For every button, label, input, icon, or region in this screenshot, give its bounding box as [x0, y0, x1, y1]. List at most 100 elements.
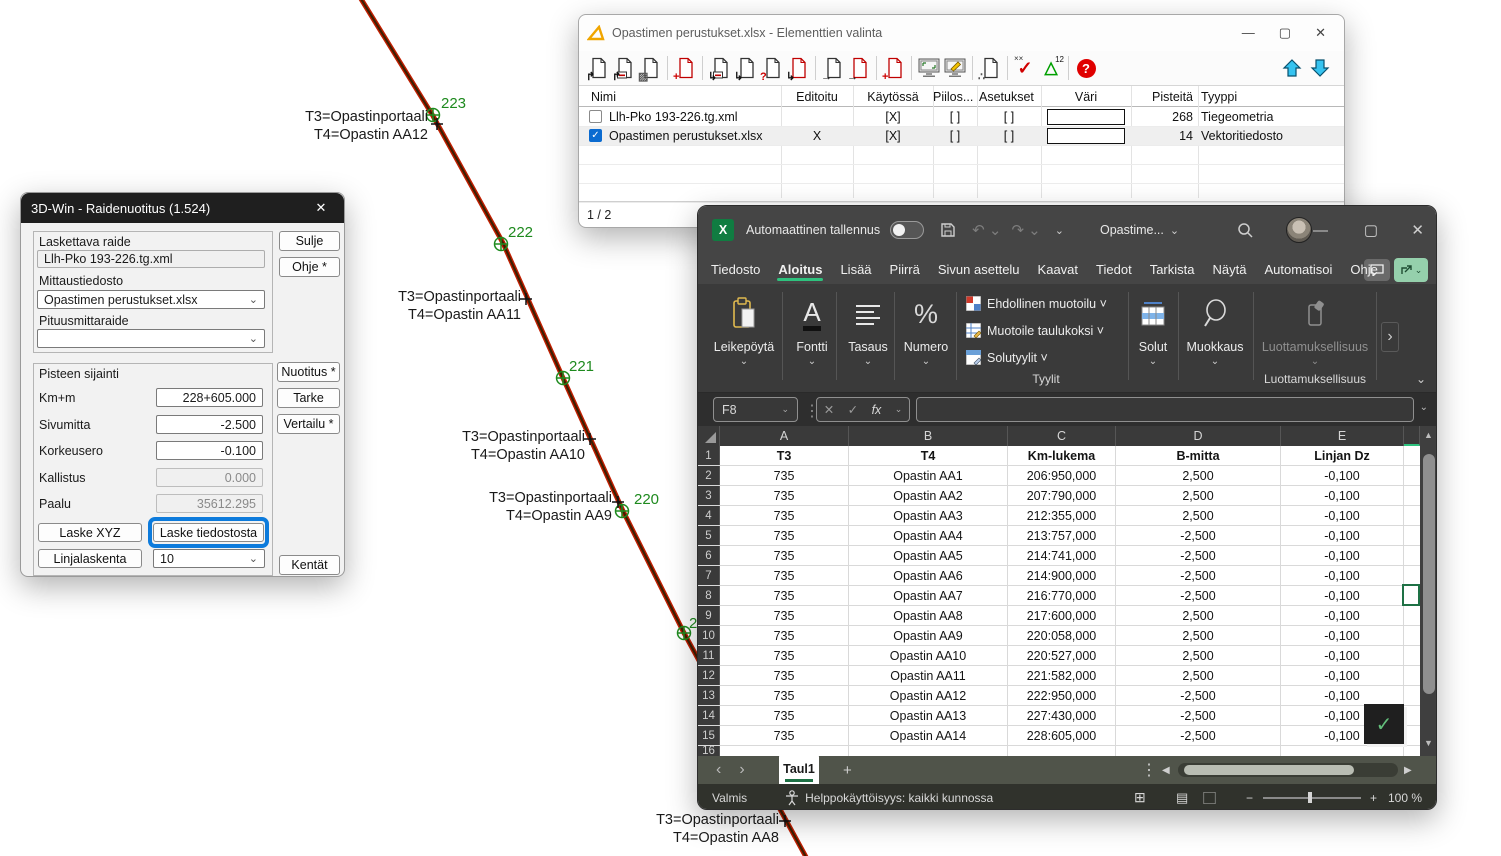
- km-field[interactable]: 228+605.000: [156, 388, 263, 407]
- col-nimi[interactable]: Nimi: [591, 86, 616, 107]
- share-button[interactable]: ⌄: [1394, 258, 1428, 282]
- cell-E16[interactable]: [1281, 746, 1404, 756]
- insert-function-icon[interactable]: fx: [872, 403, 882, 417]
- close-icon[interactable]: ✕: [308, 200, 334, 216]
- tab-piirrä[interactable]: Piirrä: [881, 257, 929, 284]
- new-file-add-button[interactable]: +: [881, 54, 907, 82]
- cell-A8[interactable]: 735: [720, 586, 849, 605]
- row-header-7[interactable]: 7: [698, 566, 720, 585]
- cell-B15[interactable]: Opastin AA14: [849, 726, 1008, 745]
- cell-A4[interactable]: 735: [720, 506, 849, 525]
- cell-A9[interactable]: 735: [720, 606, 849, 625]
- close-icon[interactable]: ✕: [1315, 25, 1326, 41]
- color-swatch[interactable]: [1047, 109, 1125, 125]
- cell-styles-button[interactable]: Solutyylit ˅: [966, 350, 1048, 365]
- zoom-level[interactable]: 100 %: [1388, 791, 1422, 805]
- cell-B8[interactable]: Opastin AA7: [849, 586, 1008, 605]
- sivumitta-field[interactable]: -2.500: [156, 415, 263, 434]
- mittaustiedosto-combo[interactable]: Opastimen perustukset.xlsx⌄: [37, 290, 265, 309]
- cell-A6[interactable]: 735: [720, 546, 849, 565]
- cell-D15[interactable]: -2,500: [1116, 726, 1281, 745]
- sulje-button[interactable]: Sulje: [279, 231, 340, 251]
- hscroll-left-icon[interactable]: ◀: [1162, 765, 1170, 776]
- save-file-copy-button[interactable]: ↳: [733, 54, 759, 82]
- row-header-6[interactable]: 6: [698, 546, 720, 565]
- open-file-list-button[interactable]: ↱: [611, 54, 637, 82]
- minimize-icon[interactable]: —: [1313, 222, 1328, 239]
- laske-tiedostosta-button[interactable]: Laske tiedostosta: [153, 523, 264, 542]
- tab-automatisoi[interactable]: Automatisoi: [1255, 257, 1341, 284]
- tab-ohje[interactable]: Ohje: [1341, 257, 1386, 284]
- clipboard-group[interactable]: Leikepöytä ⌄: [711, 284, 777, 392]
- number-group[interactable]: % Numero ⌄: [900, 284, 952, 392]
- tab-näytä[interactable]: Näytä: [1203, 257, 1255, 284]
- color-swatch[interactable]: [1047, 128, 1125, 144]
- cell-F11[interactable]: [1404, 646, 1420, 665]
- laske-xyz-button[interactable]: Laske XYZ: [38, 523, 142, 542]
- cell-D2[interactable]: 2,500: [1116, 466, 1281, 485]
- cell-E9[interactable]: -0,100: [1281, 606, 1404, 625]
- korkeusero-field[interactable]: -0.100: [156, 441, 263, 460]
- save-icon[interactable]: [940, 222, 956, 238]
- selected-cell-F8[interactable]: [1402, 584, 1420, 606]
- cell-B13[interactable]: Opastin AA12: [849, 686, 1008, 705]
- accessibility-status[interactable]: Helppokäyttöisyys: kaikki kunnossa: [805, 791, 993, 805]
- cell-C8[interactable]: 216:770,000: [1008, 586, 1116, 605]
- cell-C1[interactable]: Km-lukema: [1008, 446, 1116, 465]
- row-header-3[interactable]: 3: [698, 486, 720, 505]
- cell-C10[interactable]: 220:058,000: [1008, 626, 1116, 645]
- normal-view-icon[interactable]: ⊞: [1134, 789, 1146, 806]
- transform-points-button[interactable]: ∴: [977, 54, 1003, 82]
- maximize-icon[interactable]: ▢: [1279, 25, 1291, 41]
- cell-A3[interactable]: 735: [720, 486, 849, 505]
- minimize-icon[interactable]: —: [1242, 25, 1255, 41]
- move-up-button[interactable]: [1282, 58, 1302, 78]
- cell-B6[interactable]: Opastin AA5: [849, 546, 1008, 565]
- cell-D10[interactable]: 2,500: [1116, 626, 1281, 645]
- cell-F2[interactable]: [1404, 466, 1420, 485]
- name-box[interactable]: F8 ⌄: [713, 397, 798, 422]
- cell-C3[interactable]: 207:790,000: [1008, 486, 1116, 505]
- cell-D3[interactable]: 2,500: [1116, 486, 1281, 505]
- sheet-tab-taul1[interactable]: Taul1: [779, 754, 819, 784]
- cell-A7[interactable]: 735: [720, 566, 849, 585]
- cell-D9[interactable]: 2,500: [1116, 606, 1281, 625]
- cell-E3[interactable]: -0,100: [1281, 486, 1404, 505]
- font-group[interactable]: A Fontti ⌄: [788, 284, 836, 392]
- tab-kaavat[interactable]: Kaavat: [1029, 257, 1087, 284]
- sheet-next-icon[interactable]: ›: [739, 761, 744, 779]
- cell-A10[interactable]: 735: [720, 626, 849, 645]
- cell-D7[interactable]: -2,500: [1116, 566, 1281, 585]
- vertailu-button[interactable]: Vertailu *: [277, 414, 340, 434]
- cell-A1[interactable]: T3: [720, 446, 849, 465]
- export-file-button[interactable]: →: [820, 54, 846, 82]
- cell-E5[interactable]: -0,100: [1281, 526, 1404, 545]
- cell-D12[interactable]: 2,500: [1116, 666, 1281, 685]
- cell-B12[interactable]: Opastin AA11: [849, 666, 1008, 685]
- cell-F10[interactable]: [1404, 626, 1420, 645]
- save-file-button[interactable]: ↳: [707, 54, 733, 82]
- sheet-menu-icon[interactable]: ⋮: [1141, 760, 1157, 780]
- collapse-ribbon-icon[interactable]: ⌄: [1416, 372, 1426, 386]
- cell-F4[interactable]: [1404, 506, 1420, 525]
- tab-sivun-asettelu[interactable]: Sivun asettelu: [929, 257, 1029, 284]
- vertical-scroll-thumb[interactable]: [1423, 454, 1435, 694]
- ribbon-scroll-right-button[interactable]: ›: [1381, 322, 1399, 352]
- cell-B3[interactable]: Opastin AA2: [849, 486, 1008, 505]
- cell-A12[interactable]: 735: [720, 666, 849, 685]
- cell-E13[interactable]: -0,100: [1281, 686, 1404, 705]
- cell-F3[interactable]: [1404, 486, 1420, 505]
- cell-B4[interactable]: Opastin AA3: [849, 506, 1008, 525]
- cell-E7[interactable]: -0,100: [1281, 566, 1404, 585]
- col-kaytossa[interactable]: Käytössä: [853, 86, 933, 107]
- nuotitus-button[interactable]: Nuotitus *: [277, 362, 340, 382]
- title-chevron-icon[interactable]: ⌄: [1170, 224, 1179, 237]
- cell-B9[interactable]: Opastin AA8: [849, 606, 1008, 625]
- dialog-titlebar[interactable]: 3D-Win - Raidenuotitus (1.524) ✕: [21, 193, 344, 223]
- confirm-check-overlay[interactable]: ✓: [1364, 704, 1404, 744]
- cell-B16[interactable]: [849, 746, 1008, 756]
- cell-E1[interactable]: Linjan Dz: [1281, 446, 1404, 465]
- column-header-D[interactable]: D: [1116, 426, 1281, 446]
- cell-A13[interactable]: 735: [720, 686, 849, 705]
- zoom-slider-thumb[interactable]: [1308, 792, 1312, 803]
